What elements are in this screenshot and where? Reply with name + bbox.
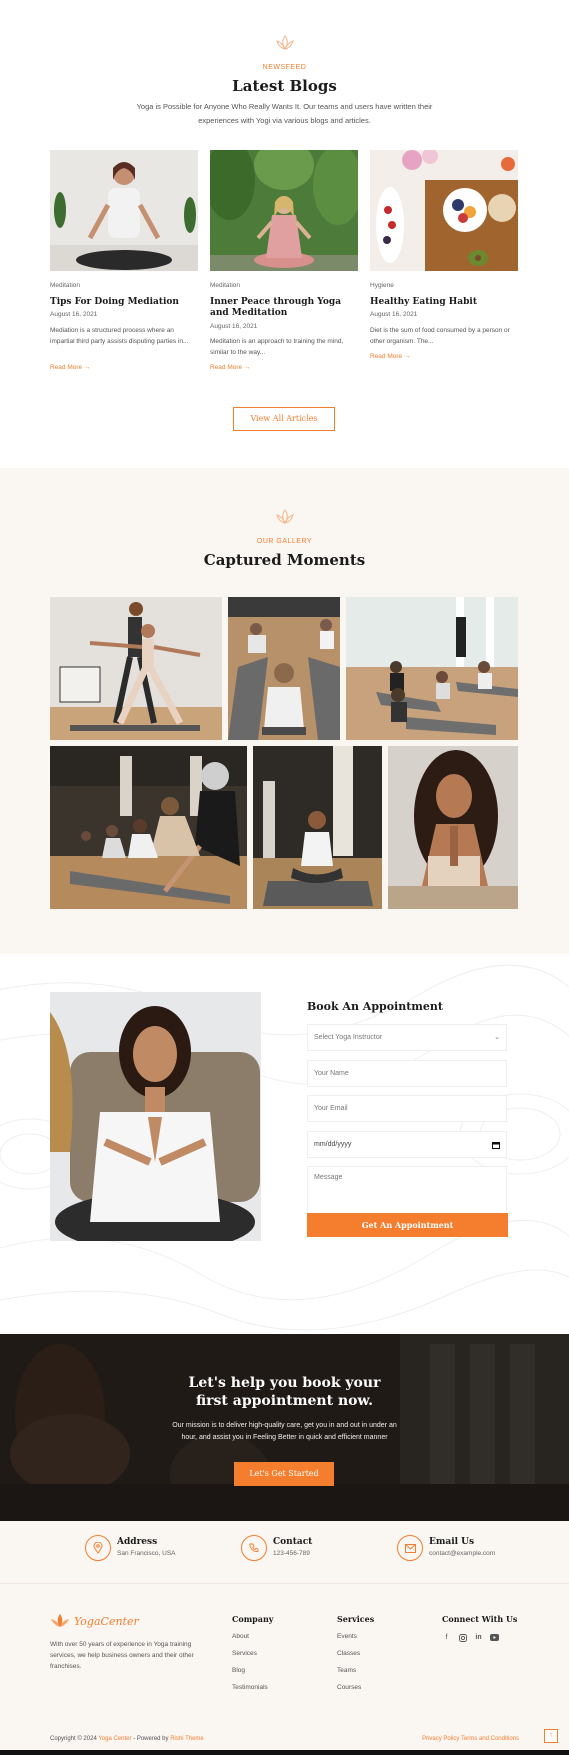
blog-card: Meditation Tips For Doing Mediation Augu… [50, 150, 198, 386]
email-title: Email Us [429, 1537, 475, 1547]
blog-category[interactable]: Hygiene [370, 282, 394, 289]
footer-column-heading: Connect With Us [442, 1614, 518, 1624]
appointment-photo [50, 992, 261, 1241]
gallery-image[interactable] [228, 597, 340, 740]
blog-category[interactable]: Meditation [210, 282, 240, 289]
footer-description: With over 50 years of experience in Yoga… [50, 1641, 194, 1670]
blog-excerpt: Diet is the sum of food consumed by a pe… [370, 327, 510, 345]
site-footer: YogaCenter With over 50 years of experie… [0, 1583, 569, 1755]
bottom-bar [0, 1750, 569, 1755]
address-title: Address [117, 1537, 158, 1547]
blog-date: August 16, 2021 [50, 311, 98, 318]
instagram-icon[interactable] [458, 1633, 467, 1642]
phone-value[interactable]: 123-456-789 [273, 1550, 310, 1557]
section-title: Captured Moments [203, 551, 366, 569]
section-description: Yoga is Possible for Anyone Who Really W… [136, 102, 433, 125]
footer-link-events[interactable]: Events [337, 1633, 374, 1650]
lotus-icon [275, 509, 294, 524]
blog-image-healthy-food[interactable] [370, 150, 518, 271]
instructor-select[interactable]: Select Yoga Instructor ⌄ [307, 1024, 507, 1051]
blog-category[interactable]: Meditation [50, 282, 80, 289]
footer-link-classes[interactable]: Classes [337, 1650, 374, 1667]
footer-company-column: Company About Services Blog Testimonials [232, 1614, 273, 1701]
blog-date: August 16, 2021 [210, 323, 258, 330]
form-title: Book An Appointment [307, 1000, 444, 1013]
email-value[interactable]: contact@example.com [429, 1550, 495, 1557]
cta-description: Our mission is to deliver high-quality c… [172, 1422, 397, 1441]
mail-icon [397, 1535, 423, 1561]
get-appointment-button[interactable]: Get An Appointment [307, 1213, 508, 1237]
phone-icon [241, 1535, 267, 1561]
blog-image-inner-peace[interactable] [210, 150, 358, 271]
social-links: f in [442, 1633, 517, 1642]
email-input[interactable]: Your Email [307, 1095, 507, 1122]
footer-connect-column: Connect With Us f in [442, 1614, 517, 1642]
read-more-link[interactable]: Read More → [370, 353, 410, 360]
gallery-image[interactable] [388, 746, 518, 909]
footer-logo-text: YogaCenter [74, 1614, 139, 1628]
gallery-section: OUR GALLERY Captured Moments [0, 468, 569, 954]
footer-column-heading: Company [232, 1614, 274, 1624]
lotus-icon [275, 35, 294, 50]
read-more-link[interactable]: Read More → [210, 364, 250, 371]
footer-logo[interactable]: YogaCenter [50, 1612, 139, 1630]
copyright-powered: - Powered by [133, 1736, 169, 1742]
blog-title[interactable]: Inner Peace through Yoga and Meditation [210, 297, 358, 319]
read-more-link[interactable]: Read More → [50, 364, 90, 371]
instructor-select-value: Select Yoga Instructor [314, 1034, 383, 1041]
scroll-to-top-button[interactable]: ↑ [544, 1729, 558, 1743]
latest-blogs-section: NEWSFEED Latest Blogs Yoga is Possible f… [0, 0, 569, 468]
calendar-icon[interactable] [492, 1141, 500, 1149]
footer-link-about[interactable]: About [232, 1633, 273, 1650]
cta-banner: Let's help you book your first appointme… [0, 1334, 569, 1521]
section-eyebrow: OUR GALLERY [256, 538, 313, 545]
copyright-prefix: Copyright © 2024 [50, 1736, 97, 1742]
footer-link-teams[interactable]: Teams [337, 1667, 374, 1684]
location-pin-icon [85, 1535, 111, 1561]
blog-title[interactable]: Tips For Doing Mediation [50, 297, 198, 308]
blog-image-meditation[interactable] [50, 150, 198, 271]
copyright-text: Copyright © 2024 Yoga Center - Powered b… [50, 1736, 204, 1742]
lotus-logo-icon [51, 1614, 69, 1627]
gallery-image[interactable] [253, 746, 382, 909]
footer-link-services[interactable]: Services [232, 1650, 273, 1667]
section-title: Latest Blogs [232, 77, 337, 95]
cta-title: Let's help you book your first appointme… [188, 1375, 381, 1409]
date-input[interactable]: mm/dd/yyyy [307, 1131, 507, 1158]
appointment-form: Book An Appointment Select Yoga Instruct… [297, 990, 517, 1250]
contact-info-strip: Address San Francisco, USA Contact 123-4… [0, 1521, 569, 1583]
gallery-image[interactable] [50, 597, 222, 740]
gallery-image[interactable] [346, 597, 518, 740]
footer-link-blog[interactable]: Blog [232, 1667, 273, 1684]
blog-title[interactable]: Healthy Eating Habit [370, 297, 518, 308]
blog-excerpt: Meditation is an approach to training th… [210, 338, 344, 356]
chevron-down-icon: ⌄ [494, 1034, 500, 1041]
appointment-section: Book An Appointment Select Yoga Instruct… [0, 954, 569, 1334]
facebook-icon[interactable]: f [442, 1633, 451, 1642]
view-all-articles-button[interactable]: View All Articles [233, 407, 335, 431]
section-eyebrow: NEWSFEED [262, 64, 307, 71]
name-input[interactable]: Your Name [307, 1060, 507, 1087]
linkedin-icon[interactable]: in [474, 1633, 483, 1642]
copyright-brand-link[interactable]: Yoga Center [98, 1736, 131, 1742]
blog-date: August 16, 2021 [370, 311, 418, 318]
theme-link[interactable]: Rishi Theme [170, 1736, 204, 1742]
footer-column-heading: Services [337, 1614, 375, 1624]
blog-card: Meditation Inner Peace through Yoga and … [210, 150, 358, 386]
blog-card: Hygiene Healthy Eating Habit August 16, … [370, 150, 518, 386]
footer-link-testimonials[interactable]: Testimonials [232, 1684, 273, 1701]
footer-link-courses[interactable]: Courses [337, 1684, 374, 1701]
youtube-icon[interactable] [490, 1633, 499, 1642]
get-started-button[interactable]: Let's Get Started [234, 1462, 334, 1486]
phone-title: Contact [273, 1537, 313, 1547]
date-input-value: mm/dd/yyyy [314, 1141, 352, 1148]
footer-services-column: Services Events Classes Teams Courses [337, 1614, 374, 1701]
blog-excerpt: Mediation is a structured process where … [50, 327, 189, 345]
address-value: San Francisco, USA [117, 1550, 176, 1557]
gallery-image[interactable] [50, 746, 247, 909]
legal-links[interactable]: Privacy Policy Terms and Conditions [422, 1736, 519, 1742]
